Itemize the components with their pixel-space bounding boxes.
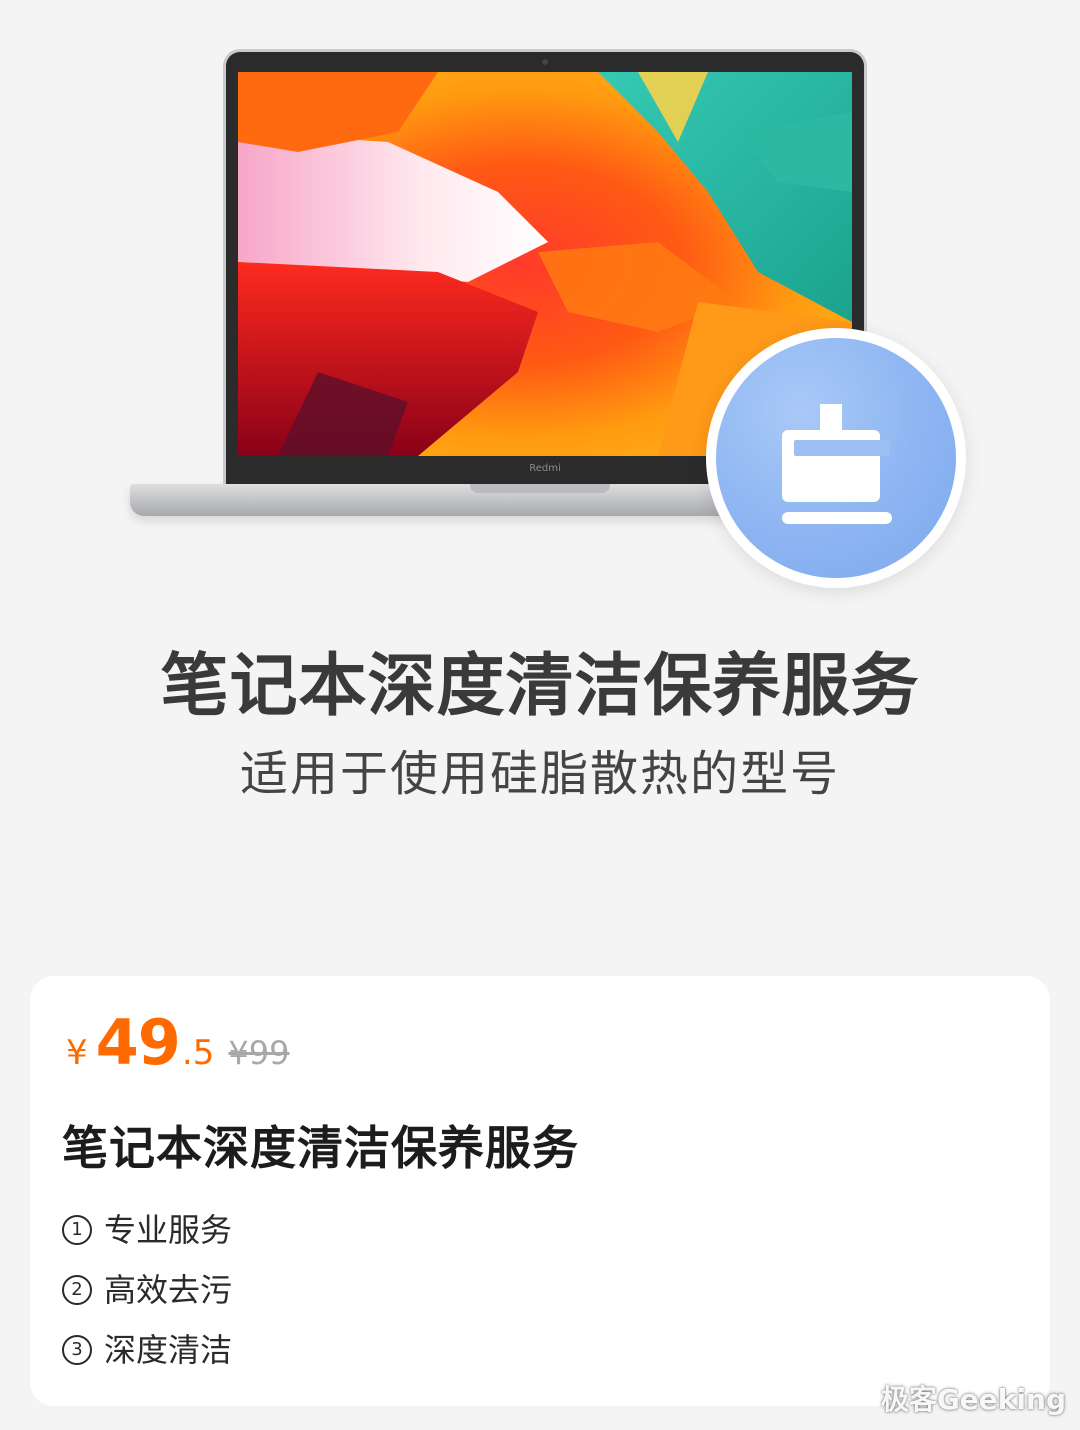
circled-number-icon: 2 xyxy=(62,1275,92,1305)
currency-symbol: ¥ xyxy=(66,1033,88,1073)
original-price: ¥99 xyxy=(228,1034,290,1072)
hero-title: 笔记本深度清洁保养服务 xyxy=(160,647,920,726)
feature-item: 2 高效去污 xyxy=(62,1260,232,1320)
broom-icon xyxy=(782,404,892,524)
circled-number-icon: 1 xyxy=(62,1215,92,1245)
price-integer: 49 xyxy=(95,1006,181,1079)
price-decimal: .5 xyxy=(181,1033,215,1073)
feature-item: 3 深度清洁 xyxy=(62,1320,232,1380)
cleaning-badge xyxy=(706,328,966,588)
feature-label: 深度清洁 xyxy=(104,1331,233,1369)
webcam-icon xyxy=(542,59,548,65)
hero-banner: Redmi 笔记本深度清洁保养服务 适用于使用硅脂散热的型号 xyxy=(0,0,1080,960)
watermark-text: 极客Geeking xyxy=(880,1383,1066,1416)
cleaning-badge-disc xyxy=(716,338,956,578)
product-title: 笔记本深度清洁保养服务 xyxy=(62,1121,579,1175)
feature-label: 专业服务 xyxy=(104,1211,233,1249)
product-card[interactable]: ¥ 49 .5 ¥99 笔记本深度清洁保养服务 1 专业服务 2 高效去污 3 … xyxy=(30,976,1050,1406)
feature-label: 高效去污 xyxy=(104,1271,233,1309)
hero-subtitle: 适用于使用硅脂散热的型号 xyxy=(239,746,840,802)
circled-number-icon: 3 xyxy=(62,1335,92,1365)
feature-item: 1 专业服务 xyxy=(62,1200,232,1260)
feature-list: 1 专业服务 2 高效去污 3 深度清洁 xyxy=(62,1200,232,1380)
price-row: ¥ 49 .5 ¥99 xyxy=(66,1006,289,1086)
laptop-notch xyxy=(470,484,610,493)
